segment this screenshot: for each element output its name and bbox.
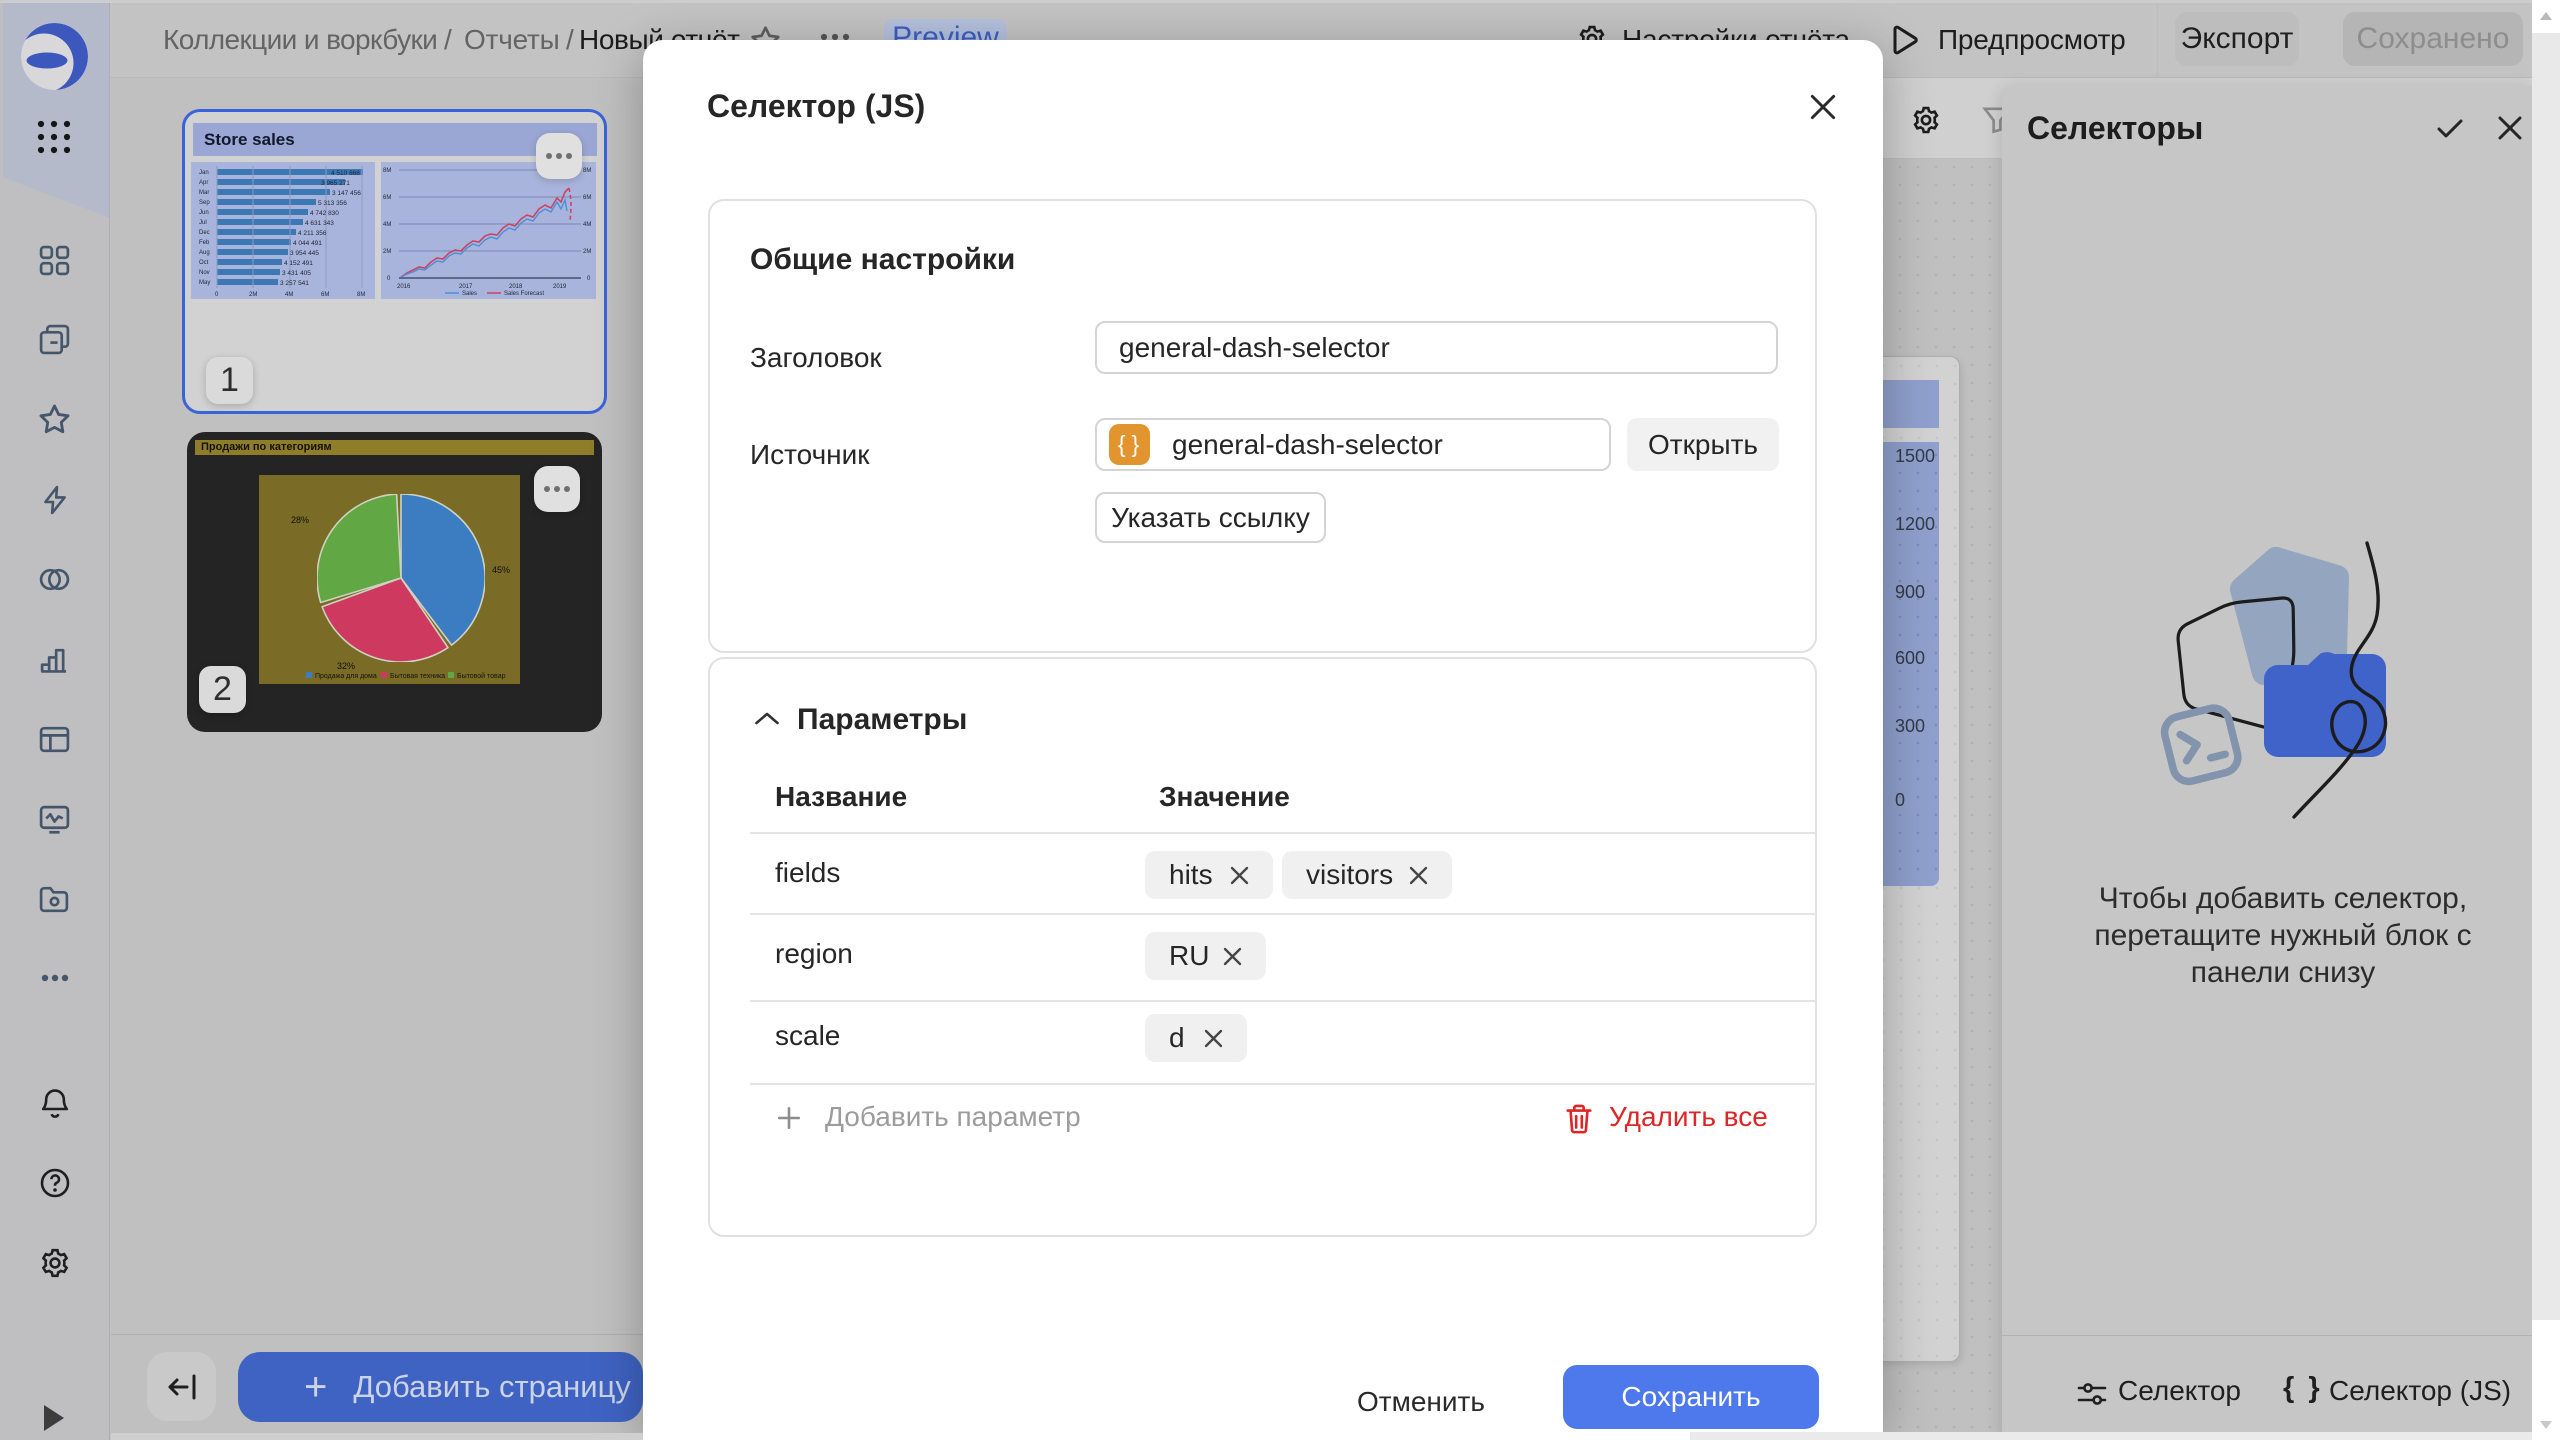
svg-text:3 257 541: 3 257 541 (280, 280, 309, 287)
svg-text:Sales: Sales (462, 291, 477, 297)
svg-text:4 211 356: 4 211 356 (298, 230, 327, 237)
svg-text:4 742 830: 4 742 830 (310, 210, 339, 217)
svg-text:Nov: Nov (199, 270, 210, 276)
svg-text:Dec: Dec (199, 230, 210, 236)
svg-text:2019: 2019 (553, 284, 567, 290)
svg-text:2017: 2017 (459, 284, 473, 290)
svg-text:Feb: Feb (199, 240, 210, 246)
svg-text:5 313 356: 5 313 356 (318, 200, 347, 207)
svg-text:May: May (199, 280, 210, 286)
svg-text:8M: 8M (357, 292, 365, 298)
svg-text:Sep: Sep (199, 200, 210, 206)
svg-text:0: 0 (215, 292, 219, 298)
svg-text:3 147 456: 3 147 456 (332, 190, 361, 197)
svg-text:0: 0 (587, 276, 591, 282)
svg-text:4 044 491: 4 044 491 (293, 240, 322, 247)
svg-text:Jan: Jan (199, 170, 209, 176)
svg-text:2M: 2M (383, 249, 391, 255)
svg-text:Бытовой товар: Бытовой товар (457, 672, 506, 680)
svg-text:4M: 4M (383, 222, 391, 228)
svg-text:Apr: Apr (199, 180, 208, 186)
svg-text:Продажа для дома: Продажа для дома (315, 673, 377, 680)
svg-text:4M: 4M (583, 222, 591, 228)
svg-text:Jul: Jul (199, 220, 207, 226)
svg-text:4 631 343: 4 631 343 (305, 220, 334, 227)
svg-text:Oct: Oct (199, 260, 209, 266)
svg-text:Jun: Jun (199, 210, 209, 216)
svg-text:3 431 405: 3 431 405 (282, 270, 311, 277)
svg-text:8M: 8M (583, 168, 591, 174)
svg-text:2016: 2016 (397, 284, 411, 290)
svg-text:4 510 868: 4 510 868 (331, 170, 360, 177)
svg-text:3 965 271: 3 965 271 (321, 180, 350, 187)
svg-text:6M: 6M (383, 195, 391, 201)
svg-text:4M: 4M (285, 292, 293, 298)
svg-text:3 954 445: 3 954 445 (290, 250, 319, 257)
svg-text:Mar: Mar (199, 190, 209, 196)
svg-text:4 152 491: 4 152 491 (284, 260, 313, 267)
svg-text:Sales Forecast: Sales Forecast (504, 291, 544, 297)
svg-text:6M: 6M (583, 195, 591, 201)
svg-text:8M: 8M (383, 168, 391, 174)
svg-text:0: 0 (387, 276, 391, 282)
svg-text:Бытовая техника: Бытовая техника (390, 673, 445, 680)
svg-text:Aug: Aug (199, 250, 210, 256)
svg-text:2M: 2M (249, 292, 257, 298)
svg-text:2M: 2M (583, 249, 591, 255)
svg-text:2018: 2018 (509, 284, 523, 290)
svg-text:6M: 6M (321, 292, 329, 298)
